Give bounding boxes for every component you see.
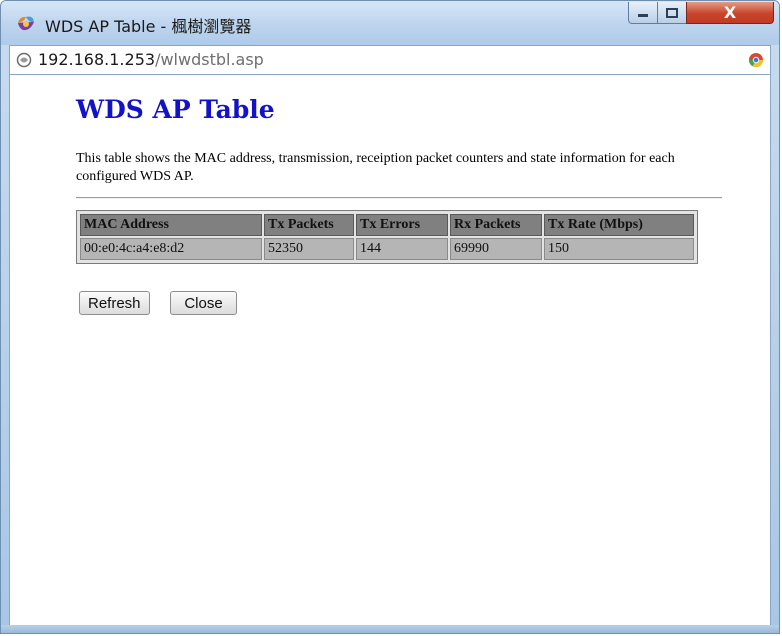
page-icon <box>16 52 32 68</box>
minimize-icon <box>638 13 648 17</box>
cell-mac-address: 00:e0:4c:a4:e8:d2 <box>80 238 262 260</box>
chrome-icon[interactable] <box>748 52 764 68</box>
cell-tx-packets: 52350 <box>264 238 354 260</box>
page-description: This table shows the MAC address, transm… <box>76 151 675 184</box>
header-tx-packets: Tx Packets <box>264 214 354 236</box>
table-row: 00:e0:4c:a4:e8:d2 52350 144 69990 150 <box>80 238 694 260</box>
url-path: /wlwdstbl.asp <box>155 50 264 69</box>
header-mac-address: MAC Address <box>80 214 262 236</box>
url-text[interactable]: 192.168.1.253/wlwdstbl.asp <box>38 50 264 69</box>
title-bar[interactable]: WDS AP Table - 楓樹瀏覽器 X <box>1 1 779 45</box>
maple-browser-icon <box>18 16 34 31</box>
browser-window: WDS AP Table - 楓樹瀏覽器 X 192.168.1.253/wlw… <box>0 0 780 634</box>
refresh-button[interactable]: Refresh <box>79 291 150 315</box>
url-host: 192.168.1.253 <box>38 50 156 69</box>
address-bar[interactable]: 192.168.1.253/wlwdstbl.asp <box>9 45 771 75</box>
wds-ap-table: MAC Address Tx Packets Tx Errors Rx Pack… <box>78 212 696 262</box>
maximize-button[interactable] <box>657 2 687 24</box>
window-close-button[interactable]: X <box>686 2 774 24</box>
close-button[interactable]: Close <box>170 291 237 315</box>
table-header-row: MAC Address Tx Packets Tx Errors Rx Pack… <box>80 214 694 236</box>
window-bottom-border <box>1 625 779 633</box>
header-tx-rate: Tx Rate (Mbps) <box>544 214 694 236</box>
divider <box>76 197 722 199</box>
minimize-button[interactable] <box>628 2 658 24</box>
wds-ap-table-container: MAC Address Tx Packets Tx Errors Rx Pack… <box>76 210 698 264</box>
cell-rx-packets: 69990 <box>450 238 542 260</box>
cell-tx-rate: 150 <box>544 238 694 260</box>
page-content: WDS AP Table This table shows the MAC ad… <box>9 75 771 627</box>
window-title: WDS AP Table - 楓樹瀏覽器 <box>45 17 252 36</box>
cell-tx-errors: 144 <box>356 238 448 260</box>
close-icon: X <box>723 3 737 22</box>
header-tx-errors: Tx Errors <box>356 214 448 236</box>
page-title: WDS AP Table <box>76 95 275 124</box>
header-rx-packets: Rx Packets <box>450 214 542 236</box>
maximize-icon <box>666 7 678 18</box>
